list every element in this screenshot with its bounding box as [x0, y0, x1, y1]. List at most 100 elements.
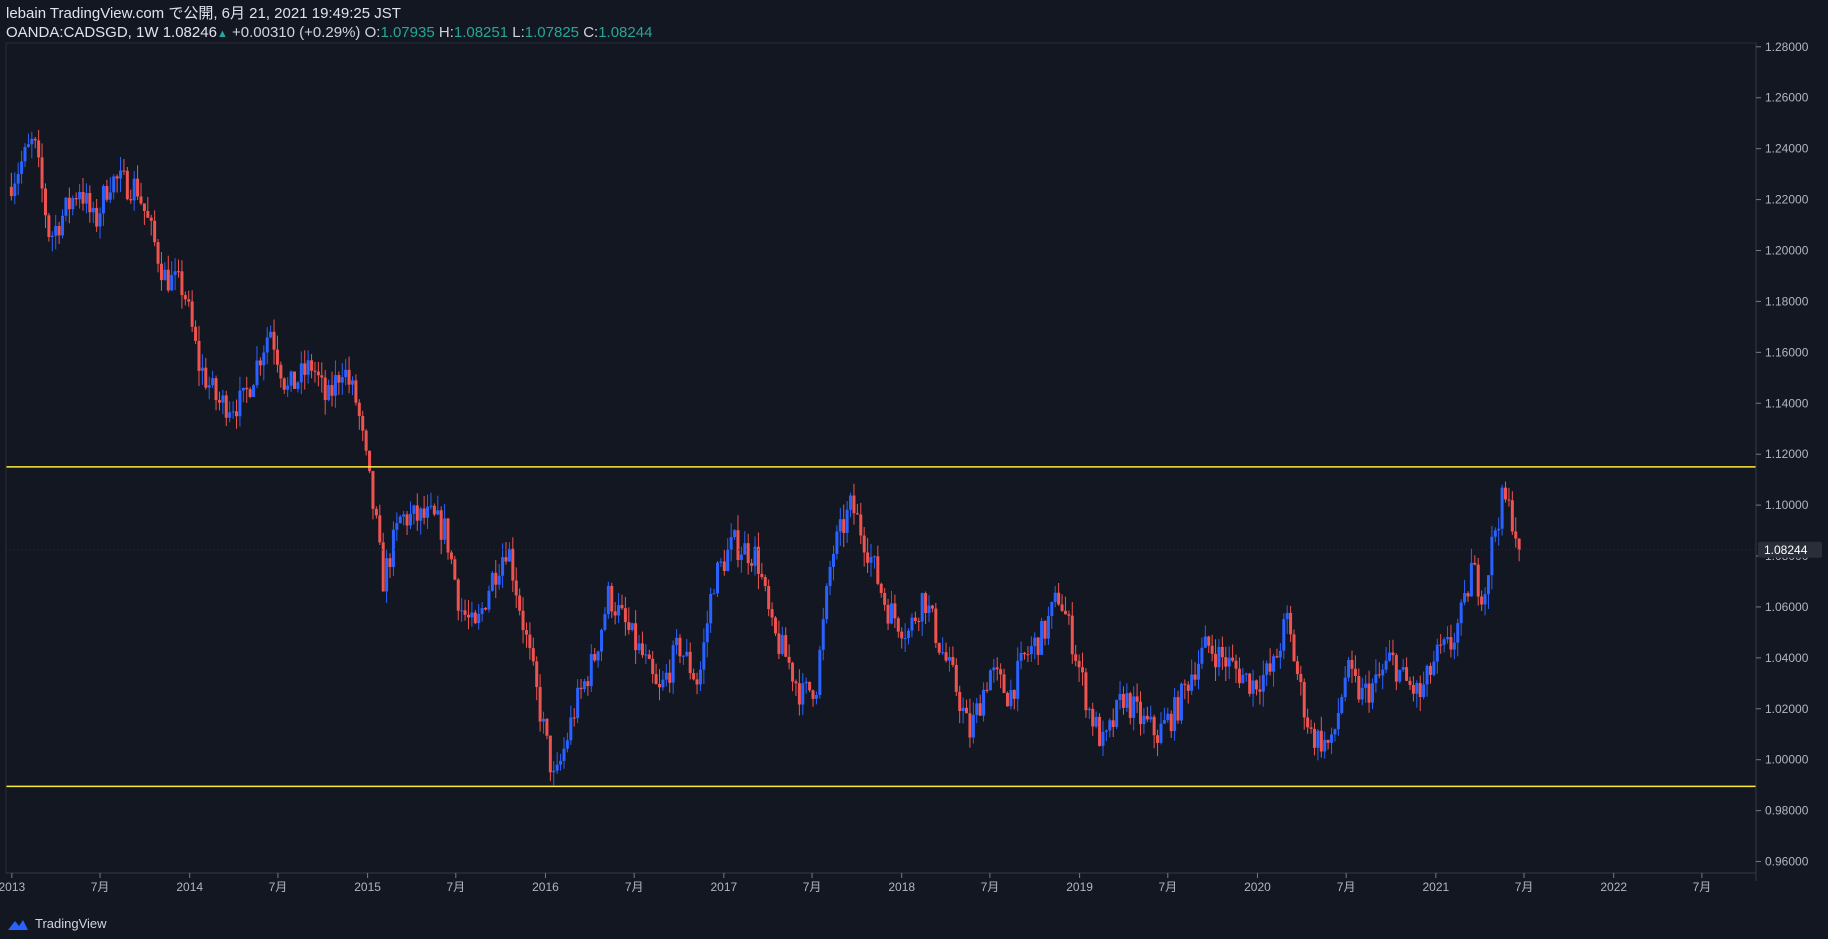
candle-body [548, 735, 552, 773]
candle-body [105, 186, 109, 200]
candle-body [1234, 660, 1238, 669]
candle-series[interactable] [9, 129, 1521, 786]
candle-body [33, 138, 37, 141]
time-tick-label: 7月 [446, 880, 465, 894]
candle-body [958, 691, 962, 712]
candle-body [726, 549, 730, 572]
price-axis[interactable]: 0.96000 0.98000 1.00000 1.02000 1.04000 1.060… [1755, 40, 1809, 881]
symbol-name[interactable]: OANDA:CADSGD, 1W [6, 24, 159, 41]
candle-body [1248, 673, 1252, 694]
candle-body [835, 531, 839, 554]
tradingview-watermark[interactable]: TradingView [6, 916, 107, 931]
candle-body [1493, 530, 1497, 537]
candle-body [681, 655, 685, 657]
candle-body [1036, 637, 1040, 655]
candle-body [149, 217, 153, 221]
candle-body [1466, 593, 1470, 597]
candle-body [542, 718, 546, 722]
candle-body [535, 661, 539, 688]
candle-body [122, 170, 126, 172]
candle-body [374, 508, 378, 516]
candle-body [371, 471, 375, 509]
candle-body [1432, 661, 1436, 675]
candle-body [1214, 653, 1218, 668]
candle-body [1275, 656, 1279, 658]
candle-body [1060, 604, 1064, 611]
candle-body [1312, 728, 1316, 748]
candle-body [289, 371, 293, 386]
candle-body [241, 387, 245, 391]
candlestick-chart[interactable]: 0.96000 0.98000 1.00000 1.02000 1.04000 1.060… [0, 0, 1828, 939]
last-price-label: 1.08244 [1764, 543, 1808, 557]
candle-body [1377, 674, 1381, 676]
candle-body [941, 652, 945, 654]
candle-body [1183, 683, 1187, 685]
candle-body [436, 510, 440, 515]
candle-body [1094, 716, 1098, 727]
candle-body [1040, 620, 1044, 655]
candle-body [695, 679, 699, 685]
candle-body [883, 592, 887, 605]
candle-body [999, 669, 1003, 675]
candle-body [1101, 731, 1105, 746]
candle-body [112, 176, 116, 193]
candle-body [658, 684, 662, 688]
candle-body [1203, 636, 1207, 648]
candle-body [763, 577, 767, 587]
candle-body [1224, 657, 1228, 667]
last-price-marker: 1.08244 [6, 541, 1822, 558]
candle-body [327, 385, 331, 401]
time-tick-label: 7月 [91, 880, 110, 894]
candle-body [1019, 652, 1023, 661]
candle-body [746, 543, 750, 564]
ohlc-low-key: L: [512, 24, 525, 41]
price-tick-label: 1.00000 [1765, 753, 1809, 767]
candle-body [408, 513, 412, 526]
candle-body [255, 360, 259, 386]
candle-body [934, 608, 938, 644]
candle-body [1121, 693, 1125, 708]
candle-body [13, 183, 17, 197]
candle-body [1463, 593, 1467, 603]
candle-body [975, 703, 979, 715]
time-tick-label: 7月 [803, 880, 822, 894]
candle-body [910, 617, 914, 631]
candle-body [589, 654, 593, 687]
candle-body [988, 670, 992, 691]
candle-body [221, 395, 225, 403]
candle-body [913, 617, 917, 622]
candle-body [1227, 657, 1231, 667]
candle-body [449, 552, 453, 560]
candle-body [142, 203, 146, 212]
candle-body [487, 590, 491, 610]
candle-body [1415, 683, 1419, 694]
candle-body [217, 400, 221, 403]
candle-body [330, 385, 334, 396]
candle-body [204, 367, 208, 388]
candle-body [538, 687, 542, 722]
candle-body [422, 508, 426, 518]
candle-body [1111, 720, 1115, 727]
candle-body [1258, 689, 1262, 692]
candle-body [473, 612, 477, 624]
candle-body [200, 367, 204, 371]
candle-body [395, 523, 399, 530]
candle-body [808, 681, 812, 691]
candle-body [1343, 677, 1347, 698]
candle-body [944, 652, 948, 661]
candle-body [852, 495, 856, 514]
candle-body [1497, 528, 1501, 531]
price-tick-label: 0.96000 [1765, 855, 1809, 869]
candle-body [337, 375, 341, 383]
candle-body [1292, 634, 1296, 662]
candle-body [1340, 697, 1344, 714]
candle-body [1118, 693, 1122, 701]
time-axis[interactable]: 2013 7月 2014 7月 2015 7月 2016 7月 2017 7月 2018 7月 2019… [0, 872, 1756, 894]
candle-body [1251, 680, 1255, 694]
horizontal-levels[interactable] [6, 466, 1756, 788]
candle-body [518, 595, 522, 611]
candle-body [924, 593, 928, 614]
time-tick-label: 2019 [1066, 880, 1093, 894]
candle-body [664, 672, 668, 680]
ohlc-close-value: 1.08244 [598, 24, 653, 41]
